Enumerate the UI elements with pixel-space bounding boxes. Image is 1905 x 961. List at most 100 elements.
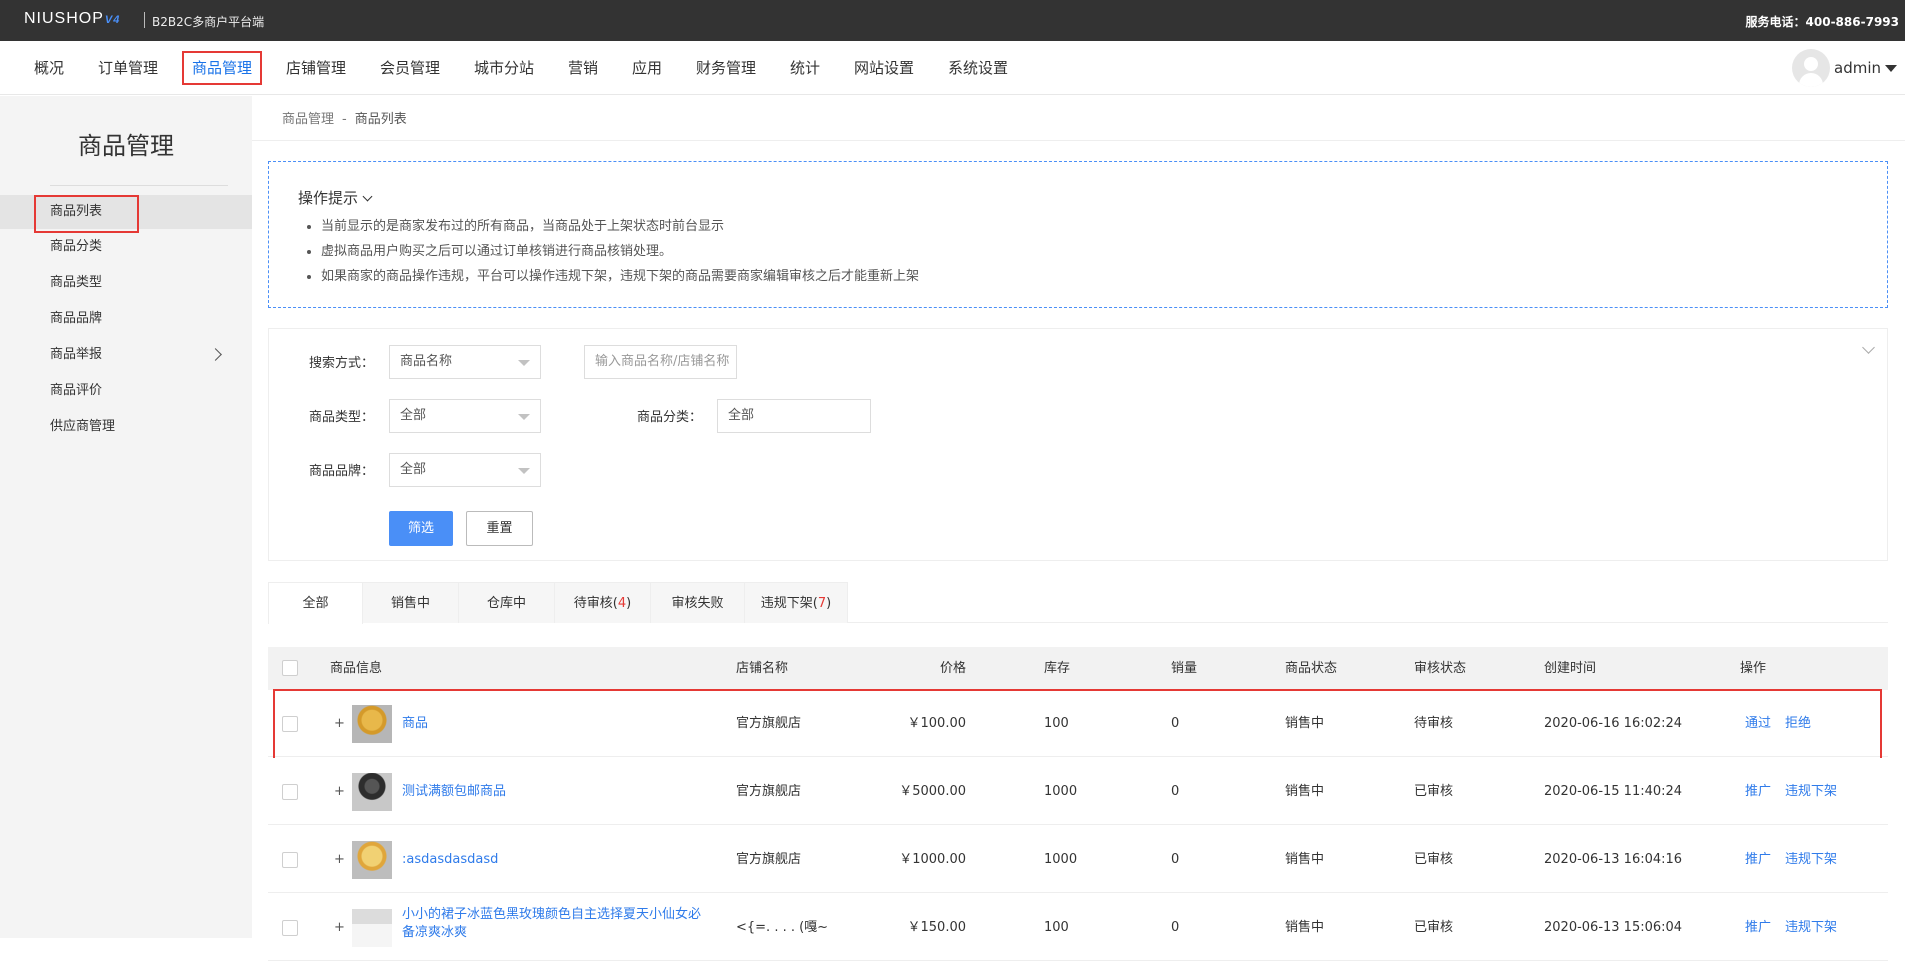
audit-status: 已审核 bbox=[1414, 920, 1454, 935]
sales: 0 bbox=[1171, 852, 1180, 867]
tab-on-sale[interactable]: 销售中 bbox=[362, 582, 459, 623]
goods-name-link[interactable]: 测试满额包邮商品 bbox=[402, 758, 506, 825]
tab-review-failed[interactable]: 审核失败 bbox=[650, 582, 745, 623]
goods-name-link[interactable]: :asdasdasdasd bbox=[402, 826, 498, 893]
tip-item: 如果商家的商品操作违规，平台可以操作违规下架，违规下架的商品需要商家编辑审核之后… bbox=[321, 264, 919, 289]
tab-violation-removed[interactable]: 违规下架(7) bbox=[744, 582, 848, 623]
col-created-time: 创建时间 bbox=[1544, 661, 1597, 676]
goods-category-label: 商品分类： bbox=[637, 410, 703, 425]
filter-button[interactable]: 筛选 bbox=[389, 511, 453, 546]
search-mode-label: 搜索方式： bbox=[309, 356, 375, 371]
col-stock: 库存 bbox=[1044, 661, 1071, 676]
reset-button[interactable]: 重置 bbox=[466, 511, 533, 546]
goods-name-link[interactable]: 小小的裙子冰蓝色黑玫瑰颜色自主选择夏天小仙女必备凉爽冰爽 bbox=[402, 906, 702, 942]
tab-in-warehouse[interactable]: 仓库中 bbox=[458, 582, 555, 623]
goods-status: 销售中 bbox=[1285, 784, 1325, 799]
expand-plus-icon[interactable]: + bbox=[334, 758, 345, 825]
price: ￥150.00 bbox=[907, 920, 967, 935]
row-checkbox[interactable] bbox=[282, 920, 298, 936]
sidebar-divider bbox=[50, 185, 228, 186]
sidebar-item-goods-report[interactable]: 商品举报 bbox=[0, 338, 252, 372]
goods-thumbnail bbox=[352, 909, 392, 947]
nav-item-shops[interactable]: 店铺管理 bbox=[286, 41, 346, 95]
nav-item-marketing[interactable]: 营销 bbox=[568, 41, 598, 95]
tab-all[interactable]: 全部 bbox=[268, 582, 363, 624]
nav-item-orders[interactable]: 订单管理 bbox=[98, 41, 158, 95]
col-audit-status: 审核状态 bbox=[1414, 661, 1467, 676]
promote-link[interactable]: 推广 bbox=[1745, 852, 1771, 867]
expand-plus-icon[interactable]: + bbox=[334, 826, 345, 893]
violation-remove-link[interactable]: 违规下架 bbox=[1785, 920, 1837, 935]
goods-thumbnail bbox=[352, 705, 392, 743]
approve-link[interactable]: 通过 bbox=[1745, 716, 1771, 731]
nav-item-city-sites[interactable]: 城市分站 bbox=[474, 41, 534, 95]
promote-link[interactable]: 推广 bbox=[1745, 920, 1771, 935]
nav-item-overview[interactable]: 概况 bbox=[34, 41, 64, 95]
goods-brand-select[interactable]: 全部 bbox=[389, 453, 541, 487]
row-checkbox[interactable] bbox=[282, 716, 298, 732]
sidebar-item-goods-list[interactable]: 商品列表 bbox=[0, 195, 252, 233]
avatar bbox=[1792, 49, 1830, 87]
goods-type-select[interactable]: 全部 bbox=[389, 399, 541, 433]
select-all-checkbox[interactable] bbox=[282, 660, 298, 676]
expand-plus-icon[interactable]: + bbox=[334, 690, 345, 757]
col-goods-info: 商品信息 bbox=[330, 661, 383, 676]
nav-item-apps[interactable]: 应用 bbox=[632, 41, 662, 95]
created-time: 2020-06-16 16:02:24 bbox=[1544, 716, 1683, 731]
collapse-icon[interactable] bbox=[1862, 341, 1875, 354]
tab-label: 违规下架 bbox=[760, 596, 813, 611]
row-operations: 推广 违规下架 bbox=[1745, 826, 1851, 893]
nav-item-site-settings[interactable]: 网站设置 bbox=[854, 41, 914, 95]
goods-status: 销售中 bbox=[1285, 852, 1325, 867]
stock: 100 bbox=[1044, 920, 1069, 935]
nav-item-members[interactable]: 会员管理 bbox=[380, 41, 440, 95]
search-mode-select[interactable]: 商品名称 bbox=[389, 345, 541, 379]
tip-item: 当前显示的是商家发布过的所有商品，当商品处于上架状态时前台显示 bbox=[321, 214, 919, 239]
col-operations: 操作 bbox=[1740, 661, 1767, 676]
violation-remove-link[interactable]: 违规下架 bbox=[1785, 852, 1837, 867]
row-checkbox[interactable] bbox=[282, 852, 298, 868]
tab-label: 审核失败 bbox=[671, 596, 724, 611]
goods-category-value: 全部 bbox=[728, 408, 755, 423]
sidebar-item-goods-brand[interactable]: 商品品牌 bbox=[0, 302, 252, 336]
sidebar-item-label: 商品举报 bbox=[50, 347, 103, 362]
row-checkbox[interactable] bbox=[282, 784, 298, 800]
tips-list: 当前显示的是商家发布过的所有商品，当商品处于上架状态时前台显示 虚拟商品用户购买… bbox=[321, 214, 919, 289]
chevron-right-icon bbox=[209, 348, 222, 361]
row-operations: 通过 拒绝 bbox=[1745, 690, 1825, 757]
tips-toggle[interactable]: 操作提示 bbox=[298, 187, 373, 208]
keyword-input[interactable]: 输入商品名称/店铺名称 bbox=[584, 345, 737, 379]
stock: 100 bbox=[1044, 716, 1069, 731]
promote-link[interactable]: 推广 bbox=[1745, 784, 1771, 799]
audit-status: 已审核 bbox=[1414, 852, 1454, 867]
breadcrumb-separator: - bbox=[342, 112, 347, 127]
breadcrumb-parent[interactable]: 商品管理 bbox=[282, 112, 334, 127]
goods-name-link[interactable]: 商品 bbox=[402, 690, 428, 757]
nav-item-system-settings[interactable]: 系统设置 bbox=[948, 41, 1008, 95]
sidebar-item-goods-category[interactable]: 商品分类 bbox=[0, 230, 252, 264]
sidebar-item-goods-review[interactable]: 商品评价 bbox=[0, 374, 252, 408]
col-shop-name: 店铺名称 bbox=[736, 661, 789, 676]
user-menu[interactable]: admin bbox=[1792, 49, 1897, 87]
service-hotline: 服务电话：400-886-7993 bbox=[1745, 15, 1899, 29]
reject-link[interactable]: 拒绝 bbox=[1785, 716, 1811, 731]
dropdown-arrow-icon bbox=[518, 360, 530, 366]
sidebar-item-supplier[interactable]: 供应商管理 bbox=[0, 410, 252, 444]
nav-item-goods[interactable]: 商品管理 bbox=[181, 41, 263, 95]
audit-status: 已审核 bbox=[1414, 784, 1454, 799]
table-row: + 商品 官方旗舰店 ￥100.00 100 0 销售中 待审核 2020-06… bbox=[268, 689, 1888, 764]
tips-title: 操作提示 bbox=[298, 189, 359, 207]
caret-down-icon bbox=[1885, 64, 1897, 72]
sidebar-item-goods-type[interactable]: 商品类型 bbox=[0, 266, 252, 300]
row-operations: 推广 违规下架 bbox=[1745, 758, 1851, 825]
niushop-logo[interactable]: NIUSHOPV4 bbox=[24, 10, 120, 28]
table-header: 商品信息 店铺名称 价格 库存 销量 商品状态 审核状态 创建时间 操作 bbox=[268, 647, 1888, 690]
nav-item-statistics[interactable]: 统计 bbox=[790, 41, 820, 95]
tab-pending-review[interactable]: 待审核(4) bbox=[554, 582, 651, 623]
top-bar: NIUSHOPV4 B2B2C多商户平台端 服务电话：400-886-7993 bbox=[0, 0, 1905, 41]
nav-item-finance[interactable]: 财务管理 bbox=[696, 41, 756, 95]
expand-plus-icon[interactable]: + bbox=[334, 894, 345, 961]
violation-remove-link[interactable]: 违规下架 bbox=[1785, 784, 1837, 799]
sidebar: 商品管理 商品列表 商品分类 商品类型 商品品牌 商品举报 商品评价 供应商管理 bbox=[0, 96, 252, 938]
goods-category-select[interactable]: 全部 bbox=[717, 399, 871, 433]
